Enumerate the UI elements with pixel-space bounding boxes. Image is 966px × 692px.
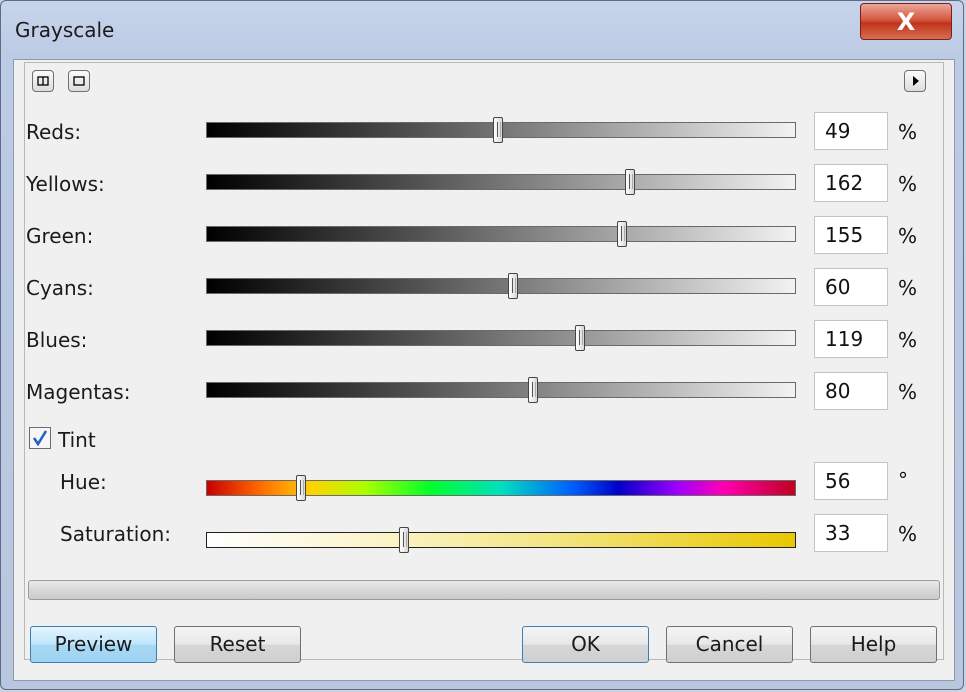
help-button[interactable]: Help xyxy=(810,626,937,663)
cyans-slider-thumb[interactable] xyxy=(507,273,518,299)
blues-unit: % xyxy=(898,328,918,352)
magentas-slider-track[interactable] xyxy=(206,377,796,403)
saturation-unit: % xyxy=(898,522,918,546)
saturation-slider-track[interactable] xyxy=(206,527,796,553)
saturation-label: Saturation: xyxy=(60,522,171,546)
saturation-value-input[interactable]: 33 xyxy=(814,514,888,552)
green-slider-thumb[interactable] xyxy=(616,221,627,247)
green-unit: % xyxy=(898,224,918,248)
content-frame xyxy=(24,62,944,660)
close-button[interactable]: X xyxy=(860,3,952,40)
reds-value-input[interactable]: 49 xyxy=(814,112,888,150)
hue-slider-thumb[interactable] xyxy=(296,475,307,501)
cyans-unit: % xyxy=(898,276,918,300)
preview-button[interactable]: Preview xyxy=(30,626,157,663)
yellows-label: Yellows: xyxy=(26,172,105,196)
hue-value-input[interactable]: 56 xyxy=(814,462,888,500)
flyout-arrow-icon xyxy=(913,76,919,86)
magentas-slider-thumb[interactable] xyxy=(528,377,539,403)
split-view-button[interactable] xyxy=(32,70,54,92)
hue-slider-track[interactable] xyxy=(206,475,796,501)
single-view-icon xyxy=(73,76,85,86)
ok-button[interactable]: OK xyxy=(522,626,649,663)
single-view-button[interactable] xyxy=(68,70,90,92)
yellows-slider-thumb[interactable] xyxy=(625,169,636,195)
reset-button[interactable]: Reset xyxy=(174,626,301,663)
yellows-value-input[interactable]: 162 xyxy=(814,164,888,202)
reds-slider-thumb[interactable] xyxy=(493,117,504,143)
cyans-value-input[interactable]: 60 xyxy=(814,268,888,306)
progress-bar xyxy=(28,580,940,600)
reds-slider-track[interactable] xyxy=(206,117,796,143)
split-view-icon xyxy=(37,76,49,86)
title-bar[interactable]: Grayscale X xyxy=(1,1,965,57)
close-icon: X xyxy=(896,7,916,36)
cancel-button[interactable]: Cancel xyxy=(666,626,793,663)
grayscale-dialog: Grayscale X Reds: 49 % Yellows: 162 % Gr… xyxy=(0,0,964,690)
tint-label: Tint xyxy=(58,428,96,452)
hue-unit: ° xyxy=(898,468,908,492)
blues-value-input[interactable]: 119 xyxy=(814,320,888,358)
blues-label: Blues: xyxy=(26,328,88,352)
cyans-label: Cyans: xyxy=(26,276,94,300)
blues-slider-track[interactable] xyxy=(206,325,796,351)
reds-unit: % xyxy=(898,120,918,144)
saturation-slider-thumb[interactable] xyxy=(398,527,409,553)
yellows-slider-track[interactable] xyxy=(206,169,796,195)
checkmark-icon xyxy=(32,430,48,447)
cyans-slider-track[interactable] xyxy=(206,273,796,299)
blues-slider-thumb[interactable] xyxy=(575,325,586,351)
green-value-input[interactable]: 155 xyxy=(814,216,888,254)
tint-checkbox[interactable] xyxy=(29,427,51,449)
hue-label: Hue: xyxy=(60,470,107,494)
magentas-label: Magentas: xyxy=(26,380,131,404)
yellows-unit: % xyxy=(898,172,918,196)
magentas-value-input[interactable]: 80 xyxy=(814,372,888,410)
dialog-title: Grayscale xyxy=(15,18,115,42)
flyout-menu-button[interactable] xyxy=(904,70,926,92)
green-label: Green: xyxy=(26,224,94,248)
magentas-unit: % xyxy=(898,380,918,404)
green-slider-track[interactable] xyxy=(206,221,796,247)
reds-label: Reds: xyxy=(26,120,82,144)
dialog-body: Reds: 49 % Yellows: 162 % Green: 155 % C… xyxy=(13,59,955,681)
